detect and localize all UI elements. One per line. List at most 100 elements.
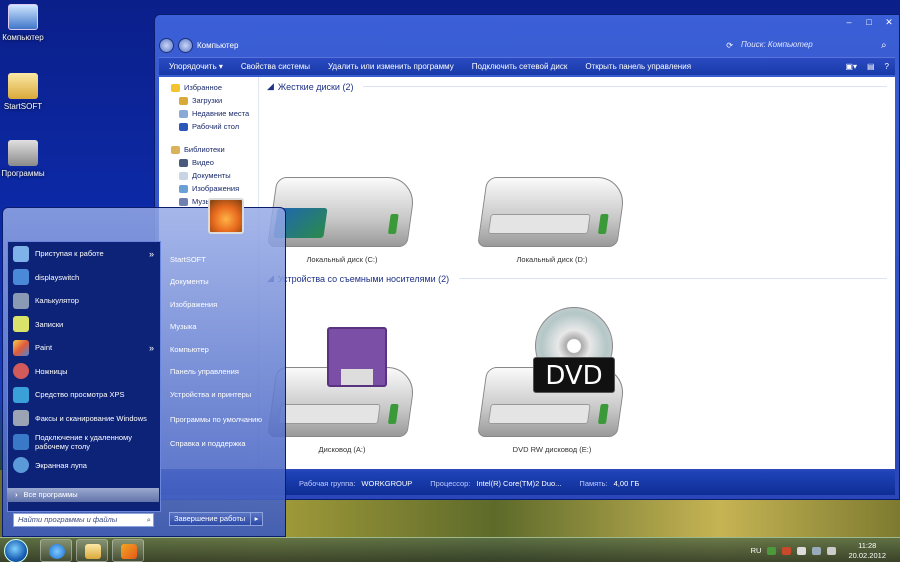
program-calculator[interactable]: Калькулятор bbox=[8, 289, 160, 313]
all-programs-button[interactable]: › Все программы bbox=[7, 488, 159, 502]
program-xps-viewer[interactable]: Средство просмотра XPS bbox=[8, 383, 160, 407]
program-sticky-notes[interactable]: Записки bbox=[8, 313, 160, 337]
map-drive-button[interactable]: Подключить сетевой диск bbox=[472, 62, 568, 71]
start-menu-programs: Приступая к работе» displayswitch Кальку… bbox=[7, 241, 161, 512]
shutdown-options-icon[interactable]: ▸ bbox=[250, 513, 262, 525]
place-devices-printers[interactable]: Устройства и принтеры bbox=[170, 383, 280, 406]
documents-icon bbox=[179, 171, 188, 180]
start-button[interactable] bbox=[4, 539, 28, 562]
shutdown-button[interactable]: Завершение работы ▸ bbox=[169, 512, 263, 526]
address-row: Компьютер ⟳ Поиск: Компьютер ⌕ bbox=[159, 35, 895, 55]
memory-label: Память: bbox=[579, 478, 608, 488]
nav-libraries[interactable]: Библиотеки bbox=[171, 143, 258, 156]
programs-icon bbox=[8, 140, 38, 166]
main-pane: ◢ Жесткие диски (2) Локальный диск (C:) … bbox=[263, 77, 895, 469]
clock-date: 20.02.2012 bbox=[848, 550, 886, 560]
program-remote-desktop[interactable]: Подключение к удаленному рабочему столу bbox=[8, 430, 160, 454]
show-hidden-icon[interactable] bbox=[782, 546, 792, 555]
taskbar: RU 11:28 20.02.2012 bbox=[0, 537, 900, 562]
desktop-icon-label: StartSOFT bbox=[3, 102, 43, 111]
start-search-input[interactable]: Найти программы и файлы ⌕ bbox=[13, 513, 154, 527]
place-default-programs[interactable]: Программы по умолчанию bbox=[170, 406, 280, 433]
system-tray: RU 11:28 20.02.2012 bbox=[751, 538, 900, 562]
flag-icon[interactable] bbox=[797, 546, 807, 555]
volume-icon[interactable] bbox=[827, 546, 837, 555]
user-avatar[interactable] bbox=[208, 198, 244, 234]
scissors-icon bbox=[13, 363, 29, 380]
magnifier-icon bbox=[13, 457, 29, 474]
program-magnifier[interactable]: Экранная лупа bbox=[8, 454, 160, 478]
search-input[interactable]: Поиск: Компьютер bbox=[737, 37, 877, 53]
start-menu: Приступая к работе» displayswitch Кальку… bbox=[2, 198, 286, 537]
preview-pane-icon[interactable]: ▤ bbox=[867, 62, 875, 71]
workgroup-label: Рабочая группа: bbox=[299, 478, 356, 488]
arrow-right-icon: › bbox=[15, 490, 18, 499]
place-startsoft[interactable]: StartSOFT bbox=[170, 248, 280, 271]
program-displayswitch[interactable]: displayswitch bbox=[8, 266, 160, 290]
folder-icon bbox=[8, 73, 38, 99]
program-snipping-tool[interactable]: Ножницы bbox=[8, 360, 160, 384]
place-computer[interactable]: Компьютер bbox=[170, 338, 280, 361]
desktop-icon-label: Программы bbox=[1, 169, 45, 178]
refresh-icon[interactable]: ⟳ bbox=[726, 41, 733, 50]
calculator-icon bbox=[13, 292, 29, 309]
network-icon[interactable] bbox=[812, 546, 822, 555]
back-button[interactable] bbox=[159, 37, 174, 53]
place-help-support[interactable]: Справка и поддержка bbox=[170, 433, 280, 456]
desktop-icon-startsoft[interactable]: StartSOFT bbox=[0, 73, 46, 111]
taskbar-media-player-button[interactable] bbox=[112, 539, 144, 562]
nav-documents[interactable]: Документы bbox=[171, 169, 258, 182]
place-music[interactable]: Музыка bbox=[170, 316, 280, 339]
nav-images[interactable]: Изображения bbox=[171, 182, 258, 195]
internet-explorer-icon bbox=[49, 544, 65, 559]
battery-icon[interactable] bbox=[767, 546, 777, 555]
forward-button[interactable] bbox=[178, 37, 193, 53]
star-icon bbox=[171, 83, 180, 92]
place-documents[interactable]: Документы bbox=[170, 271, 280, 294]
place-images[interactable]: Изображения bbox=[170, 293, 280, 316]
minimize-button[interactable]: – bbox=[839, 15, 859, 29]
breadcrumb[interactable]: Компьютер bbox=[197, 41, 238, 50]
sticky-notes-icon bbox=[13, 316, 29, 333]
taskbar-ie-button[interactable] bbox=[40, 539, 72, 562]
window-controls: – □ ✕ bbox=[839, 15, 899, 29]
drive-c[interactable]: Локальный диск (C:) bbox=[267, 177, 417, 264]
place-control-panel[interactable]: Панель управления bbox=[170, 361, 280, 384]
cpu-value: Intel(R) Core(TM)2 Duo... bbox=[476, 478, 562, 488]
uninstall-button[interactable]: Удалить или изменить программу bbox=[328, 62, 454, 71]
desktop-icon-programs[interactable]: Программы bbox=[0, 140, 46, 178]
program-fax-scan[interactable]: Факсы и сканирование Windows bbox=[8, 407, 160, 431]
close-button[interactable]: ✕ bbox=[879, 15, 899, 29]
nav-favorites[interactable]: Избранное bbox=[171, 81, 258, 94]
submenu-arrow-icon: » bbox=[148, 342, 154, 353]
group-removable[interactable]: ◢ Устройства со съемными носителями (2) bbox=[267, 273, 887, 284]
nav-video[interactable]: Видео bbox=[171, 156, 258, 169]
nav-desktop[interactable]: Рабочий стол bbox=[171, 120, 258, 133]
xps-viewer-icon bbox=[13, 386, 29, 403]
downloads-icon bbox=[179, 96, 188, 105]
floppy-disk-icon bbox=[327, 327, 387, 387]
nav-recent[interactable]: Недавние места bbox=[171, 107, 258, 120]
nav-downloads[interactable]: Загрузки bbox=[171, 94, 258, 107]
control-panel-button[interactable]: Открыть панель управления bbox=[585, 62, 691, 71]
desktop-icon-computer[interactable]: Компьютер bbox=[0, 4, 46, 42]
submenu-arrow-icon: » bbox=[148, 248, 154, 259]
language-indicator[interactable]: RU bbox=[751, 546, 762, 555]
system-properties-button[interactable]: Свойства системы bbox=[241, 62, 310, 71]
drive-d[interactable]: Локальный диск (D:) bbox=[477, 177, 627, 264]
program-paint[interactable]: Paint» bbox=[8, 336, 160, 360]
maximize-button[interactable]: □ bbox=[859, 15, 879, 29]
program-getting-started[interactable]: Приступая к работе» bbox=[8, 242, 160, 266]
cpu-label: Процессор: bbox=[430, 478, 471, 488]
help-icon[interactable]: ? bbox=[885, 62, 889, 71]
search-icon[interactable]: ⌕ bbox=[881, 40, 895, 51]
organize-button[interactable]: Упорядочить ▾ bbox=[169, 62, 223, 71]
clock[interactable]: 11:28 20.02.2012 bbox=[848, 541, 886, 561]
group-hard-drives[interactable]: ◢ Жесткие диски (2) bbox=[267, 81, 887, 92]
drive-a[interactable]: Дисковод (A:) bbox=[267, 327, 417, 454]
address-bar[interactable] bbox=[242, 37, 722, 53]
drive-e[interactable]: DVD DVD RW дисковод (E:) bbox=[477, 307, 627, 454]
getting-started-icon bbox=[13, 245, 29, 262]
taskbar-explorer-button[interactable] bbox=[76, 539, 108, 562]
view-options-icon[interactable]: ▣▾ bbox=[845, 62, 857, 71]
